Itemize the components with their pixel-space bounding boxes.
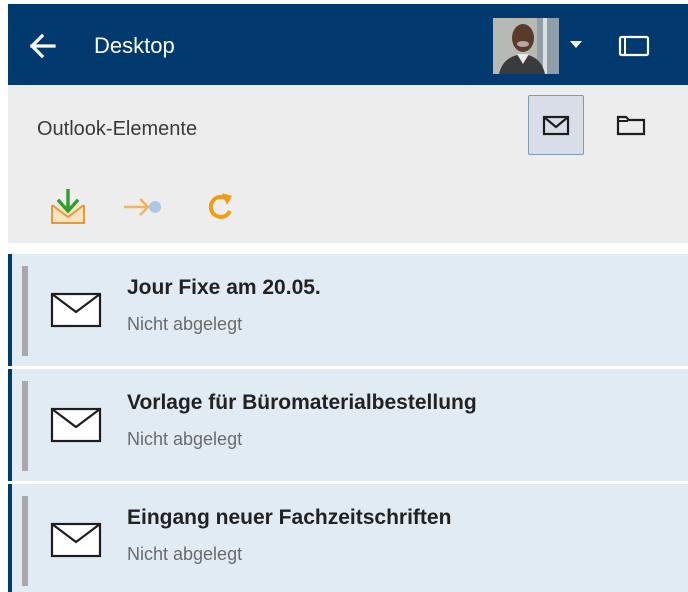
app-window: Desktop Outlook-Elemente Jour Fixe am 20…: [0, 0, 688, 592]
section-title: Outlook-Elemente: [37, 118, 198, 140]
item-subject: Vorlage für Büromaterialbestellung: [127, 391, 477, 414]
envelope-icon: [542, 115, 570, 136]
envelope-icon: [50, 292, 102, 328]
list-item[interactable]: Vorlage für Büromaterialbestellung Nicht…: [8, 369, 688, 481]
message-list: Jour Fixe am 20.05. Nicht abgelegt Vorla…: [8, 254, 688, 592]
folder-icon: [616, 115, 646, 136]
arrow-left-icon: [29, 33, 56, 59]
drag-grip[interactable]: [22, 266, 28, 356]
refresh-button[interactable]: [200, 187, 244, 227]
back-button[interactable]: [28, 28, 68, 64]
import-tray-icon: [51, 189, 85, 224]
item-status: Nicht abgelegt: [127, 544, 243, 564]
avatar-menu-button[interactable]: [564, 34, 588, 54]
user-avatar[interactable]: [493, 18, 559, 74]
envelope-icon: [50, 522, 102, 558]
drag-grip[interactable]: [22, 496, 28, 586]
move-arrow-icon: [124, 198, 161, 216]
drag-grip[interactable]: [22, 381, 28, 471]
view-mail-button[interactable]: [528, 95, 584, 155]
app-header: Desktop: [8, 4, 688, 85]
selection-accent: [8, 254, 12, 366]
list-item[interactable]: Eingang neuer Fachzeitschriften Nicht ab…: [8, 484, 688, 592]
envelope-icon: [50, 407, 102, 443]
page-title: Desktop: [94, 33, 175, 58]
item-subject: Eingang neuer Fachzeitschriften: [127, 506, 452, 529]
panel-toggle-icon: [618, 35, 650, 57]
selection-accent: [8, 484, 12, 592]
item-status: Nicht abgelegt: [127, 314, 243, 334]
panel-toggle-button[interactable]: [614, 32, 654, 60]
avatar-portrait: [493, 18, 559, 74]
move-button[interactable]: [122, 187, 166, 227]
refresh-icon: [208, 193, 232, 219]
list-item[interactable]: Jour Fixe am 20.05. Nicht abgelegt: [8, 254, 688, 366]
toolbar-panel: Outlook-Elemente: [8, 85, 688, 243]
selection-accent: [8, 369, 12, 481]
view-folder-button[interactable]: [604, 95, 658, 155]
caret-down-icon: [570, 41, 582, 48]
item-status: Nicht abgelegt: [127, 429, 243, 449]
import-button[interactable]: [46, 187, 90, 227]
item-subject: Jour Fixe am 20.05.: [127, 276, 321, 299]
